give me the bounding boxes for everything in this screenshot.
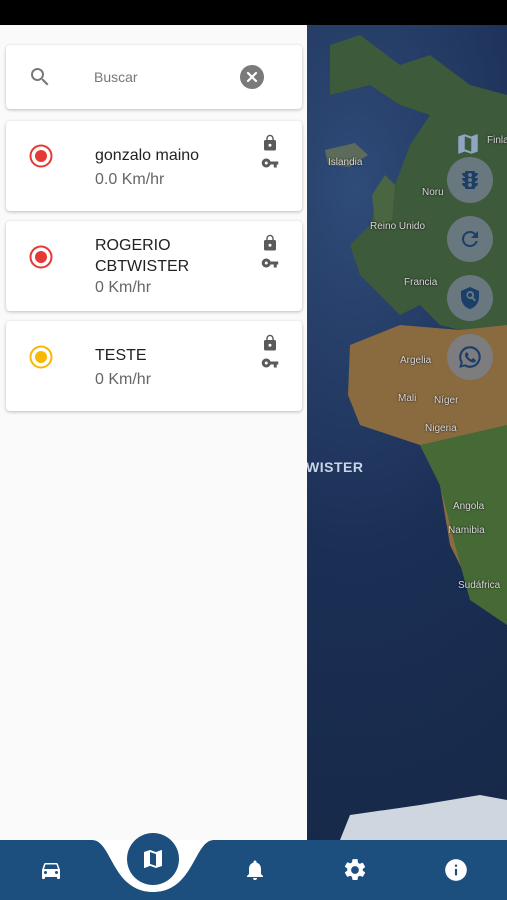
refresh-button[interactable] — [447, 216, 493, 262]
traffic-button[interactable] — [447, 157, 493, 203]
device-speed: 0.0 Km/hr — [95, 171, 165, 188]
status-idle-icon — [29, 345, 53, 369]
key-icon[interactable] — [259, 154, 281, 177]
map-label: Francia — [404, 277, 438, 288]
traffic-light-icon — [462, 171, 478, 189]
tab-settings[interactable] — [337, 854, 373, 886]
map-label: Níger — [434, 395, 459, 406]
tab-info[interactable] — [438, 854, 474, 886]
bottom-navigation — [0, 840, 507, 900]
clear-search-button[interactable] — [240, 65, 264, 89]
map-label: Reino Unido — [370, 221, 426, 232]
map-label: Angola — [453, 501, 485, 512]
status-offline-icon — [29, 245, 53, 269]
map-label: Sudáfrica — [458, 580, 501, 591]
device-speed: 0 Km/hr — [95, 279, 152, 296]
tab-notifications[interactable] — [237, 854, 273, 886]
refresh-icon — [461, 230, 478, 247]
vehicle-marker-label: WISTER — [306, 459, 364, 475]
close-icon — [246, 71, 258, 83]
map-label: Argelia — [400, 355, 432, 366]
car-icon — [42, 863, 60, 879]
bell-icon — [247, 860, 263, 880]
map-label: Mali — [398, 393, 417, 404]
map-label: Nigeria — [425, 423, 457, 434]
map-icon — [144, 850, 162, 868]
geofence-button[interactable] — [447, 275, 493, 321]
key-icon[interactable] — [259, 354, 281, 377]
gear-icon — [344, 859, 366, 880]
device-name: TESTE — [95, 347, 147, 364]
device-item[interactable]: ROGERIO CBTWISTER 0 Km/hr — [6, 221, 302, 311]
device-name: ROGERIO CBTWISTER — [95, 237, 190, 275]
device-name: gonzalo maino — [95, 147, 200, 164]
whatsapp-icon — [459, 346, 481, 368]
status-offline-icon — [29, 144, 53, 168]
search-input[interactable]: Buscar — [94, 69, 138, 85]
status-bar — [0, 0, 507, 25]
search-bar[interactable]: Buscar — [6, 45, 302, 109]
key-icon[interactable] — [259, 254, 281, 277]
device-item[interactable]: TESTE 0 Km/hr — [6, 321, 302, 411]
device-drawer: Buscar gonzalo maino 0.0 Km/hr ROGERIO C… — [0, 25, 307, 840]
whatsapp-button[interactable] — [447, 334, 493, 380]
shield-search-icon — [461, 287, 479, 309]
map-label: Namibia — [448, 525, 485, 536]
map-fab-button[interactable] — [127, 833, 179, 885]
device-item[interactable]: gonzalo maino 0.0 Km/hr — [6, 121, 302, 211]
info-icon — [445, 859, 467, 881]
map-label: Finla — [487, 135, 507, 146]
tab-vehicles[interactable] — [33, 854, 69, 886]
map-label: Islandia — [328, 157, 363, 168]
device-speed: 0 Km/hr — [95, 371, 152, 388]
map-label: Noru — [422, 187, 444, 198]
search-icon — [28, 65, 52, 94]
